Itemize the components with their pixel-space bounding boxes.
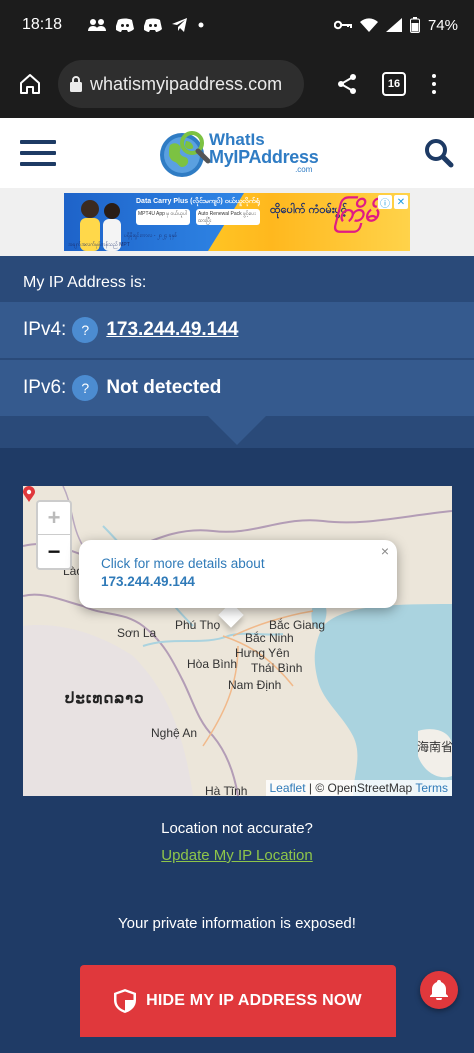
map-label-thai-binh: Thái Bình xyxy=(251,661,303,675)
notification-icons xyxy=(88,18,204,32)
logo-line-2: MyIPAddress xyxy=(209,147,319,167)
battery-percent: 74% xyxy=(427,16,458,34)
leaflet-link[interactable]: Leaflet xyxy=(270,781,306,795)
ad-headline-small: Data Carry Plus (လိုင်းမကျပ်) ဝယ်ယူလိုက်… xyxy=(136,198,260,205)
logo-line-1: WhatIs xyxy=(209,130,265,149)
ad-footnote: ပရိုမိုးရှင်းကာလ - ၂၀၂၄ ခုနှစ် xyxy=(124,233,177,239)
ad-brand: ကြိမ် xyxy=(334,197,379,227)
ipv6-row: IPv6: ? Not detected xyxy=(0,360,474,416)
popup-text: Click for more details about xyxy=(101,556,265,571)
site-logo[interactable]: WhatIs MyIPAddress .com xyxy=(156,123,326,183)
ipv6-value: Not detected xyxy=(106,377,222,398)
ip-heading: My IP Address is: xyxy=(23,274,147,291)
lock-icon xyxy=(70,76,82,92)
share-icon xyxy=(338,74,356,94)
map-label-bac-ninh: Bắc Ninh xyxy=(245,631,294,645)
menu-bar xyxy=(20,162,56,166)
menu-dot xyxy=(432,90,436,94)
ipv6-help-icon[interactable]: ? xyxy=(72,375,99,401)
signal-icon xyxy=(385,18,402,32)
exposed-warning: Your private information is exposed! xyxy=(118,915,356,932)
map-label-nghe-an: Nghệ An xyxy=(151,726,198,740)
ipv4-row: IPv4: ? 173.244.49.144 xyxy=(0,302,474,358)
hamburger-menu-button[interactable] xyxy=(20,140,56,166)
menu-dot xyxy=(432,82,436,86)
hide-ip-button-label: HIDE MY IP ADDRESS NOW xyxy=(146,992,362,1009)
map-label-hoa-binh: Hòa Bình xyxy=(187,657,238,671)
attribution-text: | © OpenStreetMap xyxy=(305,781,416,795)
people-icon xyxy=(88,19,107,31)
battery-icon xyxy=(409,17,420,33)
zoom-in-button[interactable]: + xyxy=(38,502,70,535)
tab-switcher-button[interactable]: 16 xyxy=(382,72,406,96)
search-icon xyxy=(425,139,454,168)
map-label-son-la: Sơn La xyxy=(117,626,157,640)
main-content: Lào Sơn La Phú Thọ Bắc Giang Bắc Ninh Hư… xyxy=(0,448,474,1053)
ad-close-icon[interactable]: ✕ xyxy=(394,195,408,209)
popup-ip: 173.244.49.144 xyxy=(101,574,195,589)
ad-box-2: Auto Renewal Pack ဖွင့်ပေးထားပြီး xyxy=(196,209,260,225)
key-icon xyxy=(333,20,352,30)
map-attribution: Leaflet | © OpenStreetMap Terms xyxy=(265,780,452,796)
ad-bottom-note: အချက်အလက်မှန်ကန်သည် MPT xyxy=(68,242,130,248)
shield-icon xyxy=(114,989,137,1013)
globe-logo-icon xyxy=(160,131,211,177)
menu-bar xyxy=(20,151,56,155)
search-button[interactable] xyxy=(424,138,454,168)
ipv4-label: IPv4: xyxy=(23,319,67,340)
bell-icon xyxy=(430,980,448,1000)
url-text: whatismyipaddress.com xyxy=(90,73,283,94)
location-map[interactable]: Lào Sơn La Phú Thọ Bắc Giang Bắc Ninh Hư… xyxy=(23,486,452,796)
ipv6-label: IPv6: xyxy=(23,377,67,398)
update-location-link[interactable]: Update My IP Location xyxy=(0,847,474,864)
dot-icon xyxy=(198,22,204,28)
ip-panel-pointer xyxy=(208,416,266,445)
logo-text: WhatIs MyIPAddress .com xyxy=(209,130,319,174)
map-label-ha-tinh: Hà Tĩnh xyxy=(205,784,248,796)
map-zoom-control: + − xyxy=(36,500,72,570)
home-icon xyxy=(20,74,40,94)
map-label-nam-dinh: Nam Định xyxy=(228,678,282,692)
discord-icon xyxy=(116,18,135,32)
logo-line-3: .com xyxy=(295,165,313,174)
terms-link[interactable]: Terms xyxy=(415,781,448,795)
zoom-out-button[interactable]: − xyxy=(38,535,70,568)
ad-controls: ⓘ ✕ xyxy=(378,195,408,210)
address-bar[interactable]: whatismyipaddress.com xyxy=(58,60,304,108)
status-bar: 18:18 74% xyxy=(0,0,474,50)
site-header: WhatIs MyIPAddress .com xyxy=(0,118,474,188)
discord-icon xyxy=(144,18,163,32)
hide-ip-button[interactable]: HIDE MY IP ADDRESS NOW xyxy=(80,965,396,1037)
map-popup[interactable]: Click for more details about 173.244.49.… xyxy=(79,540,397,608)
notification-bell-button[interactable] xyxy=(420,971,458,1009)
status-time: 18:18 xyxy=(22,16,63,33)
map-background xyxy=(23,486,452,796)
ad-box-1: MPT4U App မှ ဝယ်ယူပါ xyxy=(136,209,190,225)
popup-close-button[interactable]: × xyxy=(381,543,389,559)
menu-dot xyxy=(432,74,436,78)
ipv4-address-link[interactable]: 173.244.49.144 xyxy=(106,319,238,341)
menu-bar xyxy=(20,140,56,144)
telegram-icon xyxy=(172,18,188,32)
map-label-phu-tho: Phú Thọ xyxy=(175,618,221,632)
ip-panel: My IP Address is: IPv4: ? 173.244.49.144… xyxy=(0,256,474,448)
ad-area: Data Carry Plus (လိုင်းမကျပ်) ဝယ်ယူလိုက်… xyxy=(0,188,474,256)
ipv4-help-icon[interactable]: ? xyxy=(72,317,99,343)
map-label-hung-yen: Hưng Yên xyxy=(235,646,290,660)
home-button[interactable] xyxy=(12,66,48,102)
browser-menu-button[interactable] xyxy=(428,74,440,94)
map-label-laos: ປະເທດລາວ xyxy=(65,690,145,707)
map-label-bac-giang: Bắc Giang xyxy=(269,618,326,632)
wifi-icon xyxy=(359,18,378,32)
browser-toolbar: whatismyipaddress.com 16 xyxy=(0,50,474,118)
map-marker-icon[interactable] xyxy=(23,486,35,502)
map-label-hainan: 海南省 xyxy=(417,740,452,754)
ad-info-icon[interactable]: ⓘ xyxy=(378,195,392,210)
ad-banner[interactable]: Data Carry Plus (လိုင်းမကျပ်) ဝယ်ယူလိုက်… xyxy=(64,193,410,251)
status-indicators: 74% xyxy=(333,16,458,34)
location-question: Location not accurate? xyxy=(161,820,313,837)
share-button[interactable] xyxy=(332,69,362,99)
